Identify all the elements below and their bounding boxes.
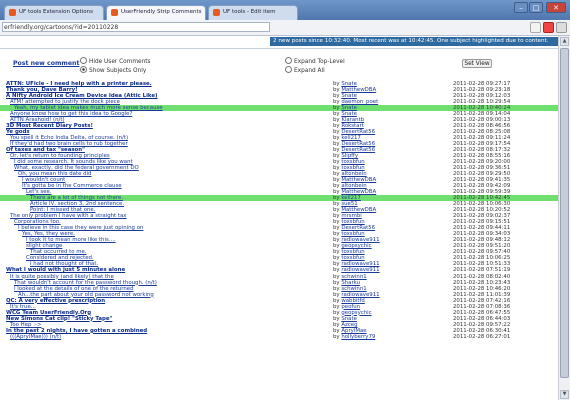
tab-label: UF tools - Edit item — [223, 9, 276, 15]
page-menu-icon[interactable] — [530, 22, 541, 33]
option-label: Expand All — [294, 68, 325, 74]
option-label: Show Subjects Only — [89, 68, 147, 74]
close-icon: ✕ — [553, 4, 559, 12]
radio-icon — [285, 57, 292, 64]
tab-label: UF tools Extension Options — [19, 9, 93, 15]
minimize-button[interactable]: – — [514, 2, 528, 13]
new-posts-notice: 2 new posts since 10:32:40. Most recent … — [270, 37, 560, 46]
comment-list: ATTN: UFicle - I need help with a printe… — [0, 81, 558, 340]
expand-top-level-option[interactable]: Expand Top-Level — [285, 57, 345, 65]
scrollbar[interactable]: ▲ ▼ — [558, 36, 570, 400]
scrollbar-thumb[interactable] — [560, 48, 569, 378]
set-view-button[interactable]: Set View — [462, 59, 492, 68]
favicon-icon — [213, 9, 220, 16]
hide-user-comments-option[interactable]: Hide User Comments — [80, 57, 151, 65]
extension-icon[interactable] — [543, 22, 554, 33]
tab-strip-comments[interactable]: UserFriendly Strip Comments — [106, 5, 206, 20]
comment-row: (((AprylMae))) (n/t) by hollyberry79 2011-… — [0, 334, 558, 340]
option-label: Expand Top-Level — [294, 59, 345, 65]
radio-icon — [285, 66, 292, 73]
tab-edit-item[interactable]: UF tools - Edit item — [208, 5, 298, 20]
minimize-icon: – — [519, 4, 523, 12]
author-link[interactable]: hollyberry79 — [341, 334, 375, 340]
tab-label: UserFriendly Strip Comments — [121, 9, 202, 15]
divider — [0, 48, 558, 49]
favicon-icon — [9, 9, 16, 16]
address-bar[interactable]: erfriendly.org/cartoons/?id=20110228 — [2, 22, 270, 32]
show-subjects-only-option[interactable]: Show Subjects Only — [80, 66, 146, 74]
expand-all-option[interactable]: Expand All — [285, 66, 325, 74]
radio-icon — [80, 57, 87, 64]
address-toolbar: erfriendly.org/cartoons/?id=20110228 — [0, 20, 570, 36]
comment-author: by hollyberry79 — [333, 333, 376, 340]
scroll-down-icon[interactable]: ▼ — [560, 390, 569, 399]
comment-subject-link[interactable]: (((AprylMae))) (n/t) — [10, 334, 61, 340]
radio-selected-icon — [80, 66, 87, 73]
scroll-up-icon[interactable]: ▲ — [560, 37, 569, 46]
option-label: Hide User Comments — [89, 59, 151, 65]
close-button[interactable]: ✕ — [546, 2, 566, 13]
maximize-icon: □ — [532, 4, 540, 12]
comment-date: 2011-02-28 06:27:01 — [453, 333, 511, 340]
tab-extension-options[interactable]: UF tools Extension Options — [4, 5, 104, 20]
post-new-comment-link[interactable]: Post new comment — [13, 60, 79, 67]
maximize-button[interactable]: □ — [529, 2, 543, 13]
browser-titlebar: UF tools Extension Options UserFriendly … — [0, 0, 570, 20]
wrench-icon[interactable] — [556, 22, 567, 33]
favicon-icon — [111, 9, 118, 16]
